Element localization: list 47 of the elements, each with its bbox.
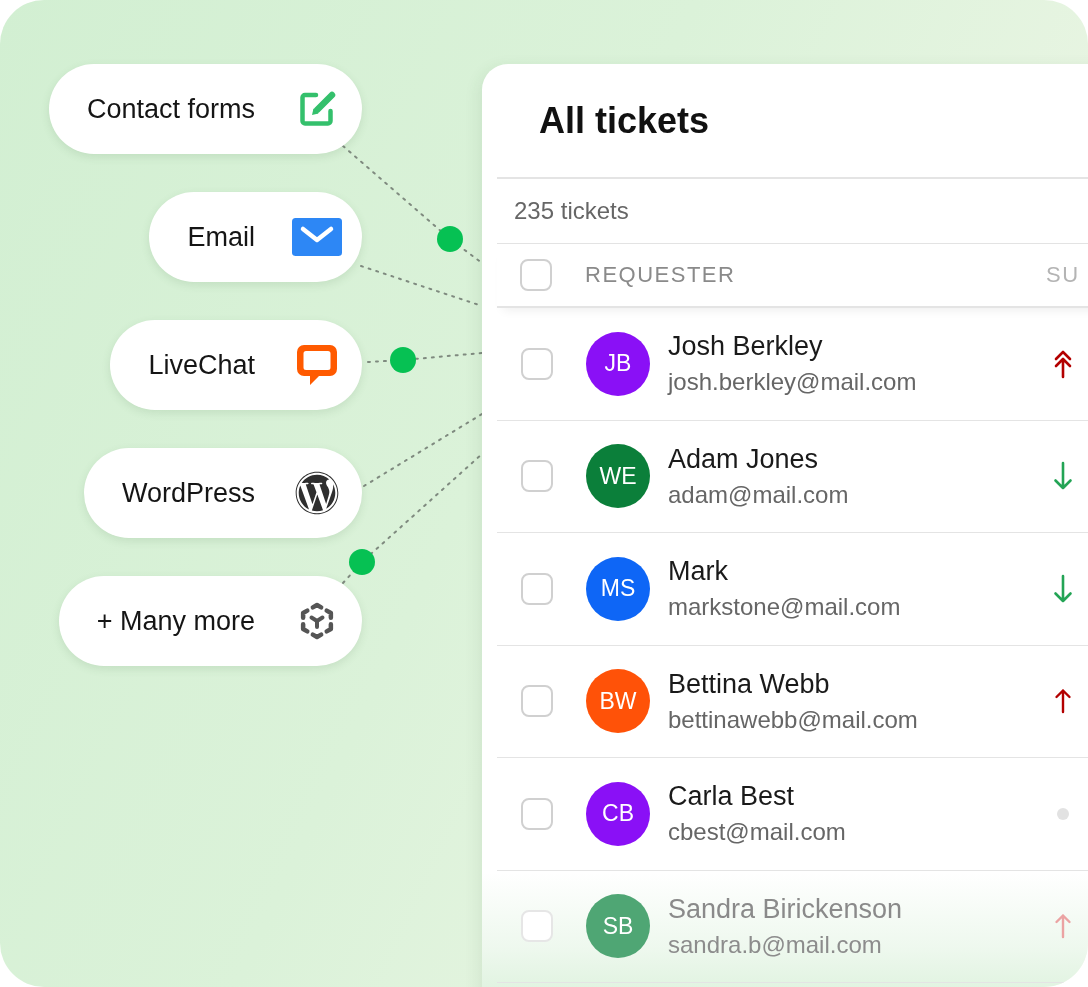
checkbox[interactable] bbox=[521, 797, 553, 830]
arrow-down-icon bbox=[1052, 461, 1074, 492]
checkbox[interactable] bbox=[520, 259, 552, 291]
arrow-up-icon bbox=[1054, 913, 1072, 940]
avatar: JB bbox=[586, 331, 650, 396]
double-arrow-up-icon bbox=[1052, 348, 1074, 379]
panel-title: All tickets bbox=[539, 99, 710, 142]
requester-name: Sandra Birickenson bbox=[668, 893, 904, 925]
checkbox[interactable] bbox=[521, 460, 553, 493]
requester-name: Adam Jones bbox=[668, 443, 820, 475]
requester-name: Carla Best bbox=[668, 781, 796, 813]
checkbox[interactable] bbox=[521, 347, 553, 380]
checkbox[interactable] bbox=[521, 685, 553, 718]
avatar: SB bbox=[586, 894, 650, 959]
column-header[interactable]: SU bbox=[1046, 262, 1080, 288]
requester-email: markstone@mail.com bbox=[668, 593, 902, 622]
arrow-down-icon bbox=[1052, 573, 1074, 604]
requester-email: sandra.b@mail.com bbox=[668, 930, 883, 959]
junction-dot-icon bbox=[390, 347, 416, 373]
checkbox[interactable] bbox=[521, 572, 553, 605]
ticket-count: 235 tickets bbox=[514, 197, 629, 225]
source-label: + Many more bbox=[96, 605, 255, 637]
requester-email: bettinawebb@mail.com bbox=[668, 705, 919, 734]
requester-name: Josh Berkley bbox=[668, 331, 824, 363]
edit-icon bbox=[297, 89, 337, 129]
source-label: Email bbox=[187, 221, 255, 253]
junction-dot-icon bbox=[437, 226, 463, 252]
checkbox[interactable] bbox=[521, 910, 553, 943]
arrow-up-icon bbox=[1054, 688, 1072, 715]
source-label: Contact forms bbox=[86, 93, 255, 125]
junction-dot-icon bbox=[349, 549, 375, 575]
avatar: WE bbox=[586, 444, 650, 509]
column-header[interactable]: REQUESTER bbox=[585, 262, 1046, 288]
requester-email: josh.berkley@mail.com bbox=[668, 368, 918, 397]
requester-name: Bettina Webb bbox=[668, 668, 831, 700]
source-label: WordPress bbox=[121, 477, 255, 509]
avatar: CB bbox=[586, 781, 650, 846]
speech-bubble-icon bbox=[295, 343, 339, 387]
source-label: LiveChat bbox=[148, 349, 255, 381]
wordpress-logo-icon bbox=[295, 471, 339, 515]
avatar: MS bbox=[586, 556, 650, 621]
envelope-icon bbox=[292, 218, 342, 256]
requester-name: Mark bbox=[668, 556, 729, 588]
dot-icon bbox=[1057, 807, 1069, 820]
requester-email: adam@mail.com bbox=[668, 480, 850, 509]
requester-email: cbest@mail.com bbox=[668, 818, 847, 847]
avatar: BW bbox=[586, 669, 650, 734]
